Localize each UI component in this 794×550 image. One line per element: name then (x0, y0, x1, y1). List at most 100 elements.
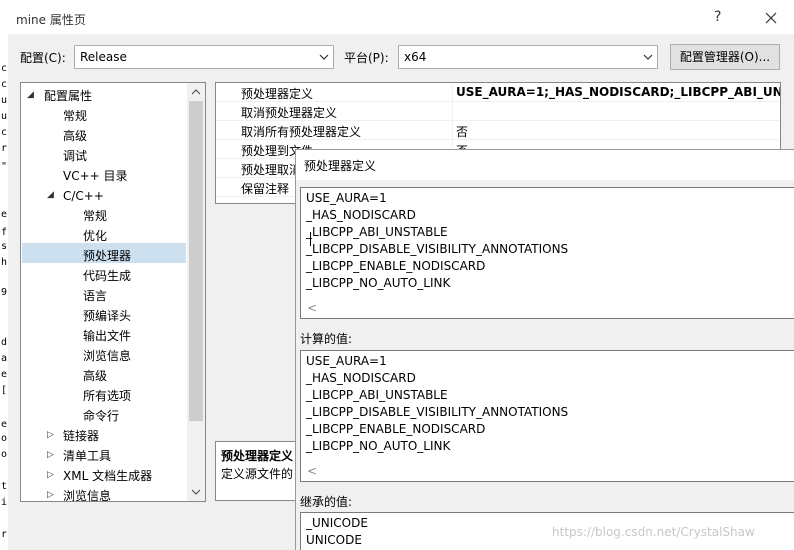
tree-item[interactable]: 优化 (83, 226, 107, 246)
tree-item[interactable]: 浏览信息 (83, 346, 131, 366)
collapse-icon[interactable]: ◢ (47, 190, 54, 200)
definitions-edit-box[interactable]: USE_AURA=1 _HAS_NODISCARD _LIBCPP_ABI_UNST… (300, 187, 794, 319)
expand-icon[interactable]: ▷ (47, 450, 54, 460)
platform-value: x64 (404, 50, 427, 64)
tree-item[interactable]: 高级 (83, 366, 107, 386)
config-manager-button[interactable]: 配置管理器(O)... (670, 44, 780, 70)
definition-line: _LIBCPP_DISABLE_VISIBILITY_ANNOTATIONS (306, 242, 569, 256)
background-code-char: i (1, 497, 8, 508)
platform-select[interactable]: x64 (398, 45, 658, 69)
background-code-char: o (1, 433, 8, 444)
background-code-char: " (1, 161, 8, 172)
scroll-left-icon[interactable]: < (307, 301, 317, 315)
tree-item[interactable]: 调试 (63, 146, 87, 166)
tree-item[interactable]: 命令行 (83, 406, 119, 426)
dialog-title: 预处理器定义 (304, 159, 377, 173)
background-code-char: c (1, 127, 8, 138)
background-code-char: e (1, 369, 8, 380)
background-code-char: a (1, 353, 8, 364)
tree-item[interactable]: 常规 (83, 206, 107, 226)
tree-item[interactable]: 语言 (83, 286, 107, 306)
tree-scrollbar[interactable] (187, 83, 205, 501)
tree-item[interactable]: 输出文件 (83, 326, 131, 346)
platform-label: 平台(P): (344, 51, 389, 65)
config-value: Release (80, 50, 127, 64)
chevron-down-icon (319, 54, 329, 60)
tree-item[interactable]: 链接器 (63, 426, 99, 446)
text-caret (310, 232, 311, 246)
dialog-title-bar: 预处理器定义 (296, 150, 794, 180)
grid-row-name: 保留注释 (241, 182, 290, 196)
tree-item[interactable]: 配置属性 (44, 86, 92, 106)
background-code-char: c (1, 63, 8, 74)
tree-item[interactable]: VC++ 目录 (63, 166, 128, 186)
grid-row-name: 预处理取消 (241, 163, 302, 177)
tree-item[interactable]: 高级 (63, 126, 87, 146)
background-code-char: t (1, 481, 8, 492)
tree-item[interactable]: 清单工具 (63, 446, 111, 466)
tree-item[interactable]: 所有选项 (83, 386, 131, 406)
close-icon[interactable] (760, 7, 782, 29)
config-select[interactable]: Release (74, 45, 334, 69)
scroll-down-icon[interactable] (191, 488, 201, 496)
definition-line: USE_AURA=1 (306, 354, 387, 368)
grid-row[interactable]: 取消预处理器定义 (216, 102, 780, 121)
help-button[interactable]: ? (714, 9, 728, 27)
scroll-left-icon[interactable]: < (307, 464, 317, 478)
definition-line: _LIBCPP_ABI_UNSTABLE (306, 225, 448, 239)
definition-line: _HAS_NODISCARD (306, 371, 416, 385)
background-code-char: u (1, 111, 8, 122)
computed-values-label: 计算的值: (300, 332, 353, 346)
watermark-text: https://blog.csdn.net/CrystalShaw (552, 525, 755, 539)
background-code-char: e (1, 209, 8, 220)
tree-item[interactable]: 代码生成 (83, 266, 131, 286)
chevron-down-icon (643, 54, 653, 60)
definition-line: _LIBCPP_DISABLE_VISIBILITY_ANNOTATIONS (306, 405, 569, 419)
tree-scroll-thumb[interactable] (189, 101, 203, 421)
edit-horizontal-scrollbar[interactable]: < (301, 300, 794, 318)
collapse-icon[interactable]: ◢ (27, 90, 34, 100)
background-code-char: [ (1, 385, 8, 396)
background-code-char: u (1, 95, 8, 106)
scroll-up-icon[interactable] (191, 88, 201, 96)
definition-line: _HAS_NODISCARD (306, 208, 416, 222)
computed-horizontal-scrollbar[interactable]: < (301, 463, 794, 481)
background-code-char: d (1, 337, 8, 348)
background-code-char: f (1, 227, 8, 238)
description-title: 预处理器定义 (221, 449, 294, 463)
expand-icon[interactable]: ▷ (47, 430, 54, 440)
tree-item[interactable]: 浏览信息 (63, 486, 111, 501)
preprocessor-definitions-dialog: 预处理器定义 USE_AURA=1 _HAS_NODISCARD _LIBCPP_A… (295, 149, 794, 550)
computed-values-box: USE_AURA=1 _HAS_NODISCARD _LIBCPP_ABI_UNST… (300, 350, 794, 482)
description-panel: 预处理器定义 定义源文件的 (215, 441, 305, 501)
grid-row-name: 预处理器定义 (241, 87, 314, 101)
grid-row-name: 取消所有预处理器定义 (241, 125, 362, 139)
expand-icon[interactable]: ▷ (47, 490, 54, 500)
background-code-char: r (1, 529, 8, 540)
definition-line: USE_AURA=1 (306, 191, 387, 205)
definition-line: _LIBCPP_ENABLE_NODISCARD (306, 259, 486, 273)
definition-line: UNICODE (306, 533, 362, 547)
background-code-char: 9 (1, 287, 8, 298)
window-title: mine 属性页 (16, 13, 86, 27)
tree-item[interactable]: C/C++ (63, 186, 104, 206)
description-text: 定义源文件的 (221, 467, 294, 481)
grid-row[interactable]: 预处理器定义 USE_AURA=1;_HAS_NODISCARD;_LIBCPP_… (216, 83, 781, 102)
tree-item[interactable]: 常规 (63, 106, 87, 126)
expand-icon[interactable]: ▷ (47, 470, 54, 480)
title-bar: mine 属性页 ? (8, 4, 794, 34)
grid-row-value: USE_AURA=1;_HAS_NODISCARD;_LIBCPP_ABI_UN… (456, 85, 781, 99)
tree-item[interactable]: 预处理器 (83, 246, 131, 266)
tree-item[interactable]: 预编译头 (83, 306, 131, 326)
background-code-char: s (1, 241, 8, 252)
grid-row[interactable]: 取消所有预处理器定义 否 (216, 121, 780, 140)
definition-line: _LIBCPP_ENABLE_NODISCARD (306, 422, 486, 436)
background-code-char: c (1, 79, 8, 90)
grid-row-name: 取消预处理器定义 (241, 106, 338, 120)
tree-item[interactable]: XML 文档生成器 (63, 466, 152, 486)
background-code-char: r (1, 143, 8, 154)
background-code-char: e (1, 419, 8, 430)
config-label: 配置(C): (20, 51, 66, 65)
grid-row-value: 否 (456, 125, 469, 139)
inherited-values-label: 继承的值: (300, 495, 353, 509)
